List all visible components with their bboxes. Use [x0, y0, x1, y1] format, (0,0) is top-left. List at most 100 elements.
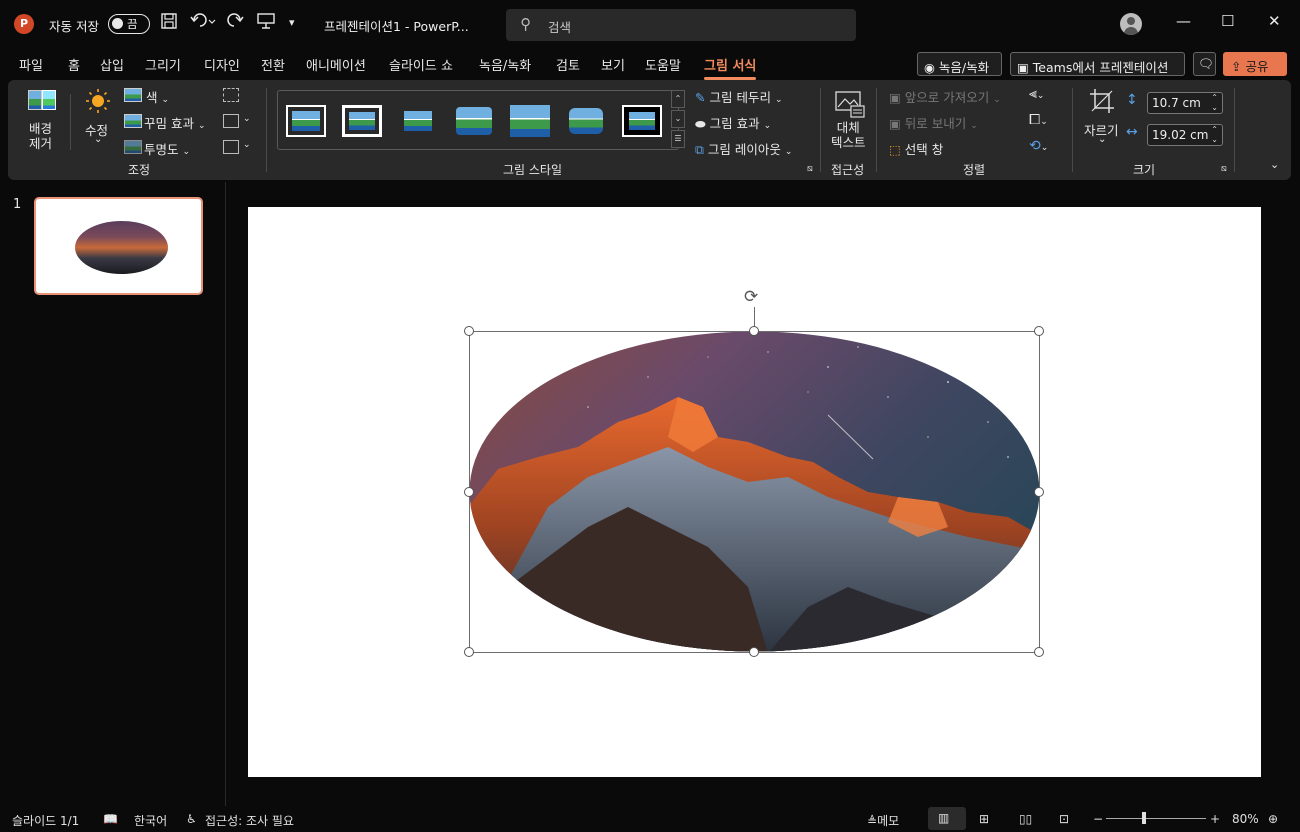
group-objects-icon[interactable]: ⧠⌄ — [1029, 112, 1048, 128]
tab-transitions[interactable]: 전환 — [261, 55, 285, 74]
notes-button[interactable]: ≜메모 — [867, 812, 899, 829]
share-button[interactable]: ⇪ 공유 ⌄ — [1223, 52, 1287, 90]
tab-animations[interactable]: 애니메이션 — [306, 55, 366, 74]
customize-qat-icon[interactable]: ▾ — [289, 16, 295, 29]
zoom-out-icon[interactable]: − — [1093, 812, 1103, 826]
autosave-toggle[interactable]: 끔 — [108, 14, 150, 34]
account-avatar-icon[interactable] — [1120, 13, 1142, 35]
chevron-down-icon[interactable]: ⌄ — [94, 134, 102, 145]
color-button[interactable]: 색 ⌄ — [146, 87, 169, 106]
picture-style-1[interactable] — [286, 105, 326, 137]
resize-handle-n[interactable] — [749, 326, 759, 336]
align-icon[interactable]: ⫷⌄ — [1029, 86, 1044, 102]
gallery-more-icon[interactable]: ☰ — [671, 130, 685, 148]
height-field[interactable]: 10.7 cm ⌃ ⌄ — [1147, 92, 1223, 114]
present-in-teams-button[interactable]: ▣ Teams에서 프레젠테이션 — [1010, 52, 1185, 76]
pane-divider[interactable] — [225, 182, 226, 806]
save-icon[interactable] — [160, 12, 178, 35]
tab-insert[interactable]: 삽입 — [100, 55, 124, 74]
close-icon[interactable]: ✕ — [1268, 12, 1281, 30]
zoom-level[interactable]: 80% — [1232, 812, 1259, 826]
bring-forward-label: 앞으로 가져오기 — [904, 90, 990, 105]
tab-view[interactable]: 보기 — [601, 55, 625, 74]
picture-effects-button[interactable]: ⬬ 그림 효과 ⌄ — [695, 113, 771, 132]
reset-picture-icon[interactable] — [223, 140, 239, 154]
spin-arrows-icon[interactable]: ⌃ ⌄ — [1211, 125, 1218, 145]
autosave-label: 자동 저장 — [49, 19, 99, 34]
resize-handle-nw[interactable] — [464, 326, 474, 336]
alt-text-icon[interactable] — [835, 90, 865, 121]
picture-style-6[interactable] — [566, 105, 606, 137]
language-indicator[interactable]: 한국어 — [134, 812, 167, 829]
selection-pane-button[interactable]: ⬚ 선택 창 — [889, 139, 943, 158]
tab-design[interactable]: 디자인 — [204, 55, 240, 74]
dialog-launcher-icon[interactable]: ⧅ — [807, 164, 813, 174]
reading-view-icon[interactable]: ▯▯ — [1019, 812, 1032, 826]
chevron-down-icon[interactable]: ⌄ — [1098, 134, 1106, 145]
transparency-button[interactable]: 투명도 ⌄ — [144, 139, 190, 158]
tab-recording[interactable]: 녹음/녹화 — [479, 55, 531, 74]
zoom-in-icon[interactable]: + — [1210, 812, 1220, 826]
chevron-down-icon[interactable]: ⌄ — [243, 140, 251, 150]
chevron-down-icon[interactable]: ⌄ — [243, 114, 251, 124]
tab-draw[interactable]: 그리기 — [145, 55, 181, 74]
alt-text-button[interactable]: 대체 텍스트 — [831, 120, 866, 150]
record-button[interactable]: ◉ 녹음/녹화 — [917, 52, 1002, 76]
picture-layout-button[interactable]: ⧉ 그림 레이아웃 ⌄ — [695, 139, 792, 158]
resize-handle-e[interactable] — [1034, 487, 1044, 497]
search-input[interactable]: ⚲ 검색 — [506, 9, 856, 41]
artistic-effects-button[interactable]: 꾸밈 효과 ⌄ — [144, 113, 206, 132]
compress-pictures-icon[interactable] — [223, 88, 239, 102]
change-picture-icon[interactable] — [223, 114, 239, 128]
accessibility-icon[interactable]: ♿ — [186, 812, 197, 826]
slide-thumbnail[interactable] — [34, 197, 203, 295]
resize-handle-ne[interactable] — [1034, 326, 1044, 336]
accessibility-status[interactable]: 접근성: 조사 필요 — [205, 812, 294, 829]
spelling-check-icon[interactable]: 📖 — [103, 812, 118, 826]
resize-handle-w[interactable] — [464, 487, 474, 497]
tab-picture-format[interactable]: 그림 서식 — [704, 55, 757, 80]
tab-file[interactable]: 파일 — [19, 55, 43, 74]
rotate-icon[interactable]: ⟲⌄ — [1029, 138, 1048, 154]
rotate-handle-icon[interactable]: ⟳ — [744, 287, 758, 307]
tab-home[interactable]: 홈 — [68, 55, 80, 74]
gallery-scroll-up-icon[interactable]: ⌃ — [671, 90, 685, 108]
picture-style-3[interactable] — [398, 105, 438, 137]
tab-slideshow[interactable]: 슬라이드 쇼 — [389, 55, 453, 74]
picture-style-4[interactable] — [454, 105, 494, 137]
picture-style-5[interactable] — [510, 105, 550, 137]
fit-to-window-icon[interactable]: ⊕ — [1268, 812, 1278, 826]
crop-icon[interactable] — [1089, 88, 1115, 117]
normal-view-icon[interactable]: ▥ — [928, 807, 966, 830]
resize-handle-sw[interactable] — [464, 647, 474, 657]
remove-background-button[interactable]: 배경 제거 — [29, 121, 52, 151]
slideshow-view-icon[interactable]: ⊡ — [1059, 812, 1069, 826]
maximize-icon[interactable]: ☐ — [1221, 12, 1234, 30]
undo-icon[interactable] — [190, 12, 216, 35]
corrections-sun-icon[interactable] — [85, 88, 111, 117]
collapse-ribbon-icon[interactable]: ⌄ — [1270, 158, 1279, 171]
slide-canvas[interactable]: ⟳ — [248, 207, 1261, 777]
picture-style-7[interactable] — [622, 105, 662, 137]
gallery-scroll-down-icon[interactable]: ⌄ — [671, 110, 685, 128]
dialog-launcher-icon[interactable]: ⧅ — [1221, 164, 1227, 174]
bring-forward-button[interactable]: ▣ 앞으로 가져오기 ⌄ — [889, 87, 1001, 106]
picture-border-button[interactable]: ✎ 그림 테두리 ⌄ — [695, 87, 782, 106]
minimize-icon[interactable]: — — [1176, 12, 1191, 30]
width-field[interactable]: 19.02 cm ⌃ ⌄ — [1147, 124, 1223, 146]
zoom-slider[interactable] — [1106, 818, 1206, 819]
slide-sorter-icon[interactable]: ⊞ — [979, 812, 989, 826]
send-backward-button[interactable]: ▣ 뒤로 보내기 ⌄ — [889, 113, 978, 132]
resize-handle-s[interactable] — [749, 647, 759, 657]
present-from-start-icon[interactable] — [256, 12, 276, 35]
picture-style-2[interactable] — [342, 105, 382, 137]
zoom-slider-thumb[interactable] — [1142, 812, 1146, 824]
spin-arrows-icon[interactable]: ⌃ ⌄ — [1211, 93, 1218, 113]
comments-button[interactable]: 🗨 — [1193, 52, 1216, 76]
teams-label: Teams에서 프레젠테이션 — [1032, 60, 1169, 75]
tab-help[interactable]: 도움말 — [645, 55, 681, 74]
resize-handle-se[interactable] — [1034, 647, 1044, 657]
search-icon: ⚲ — [520, 15, 531, 33]
tab-review[interactable]: 검토 — [556, 55, 580, 74]
redo-icon[interactable] — [226, 12, 246, 35]
